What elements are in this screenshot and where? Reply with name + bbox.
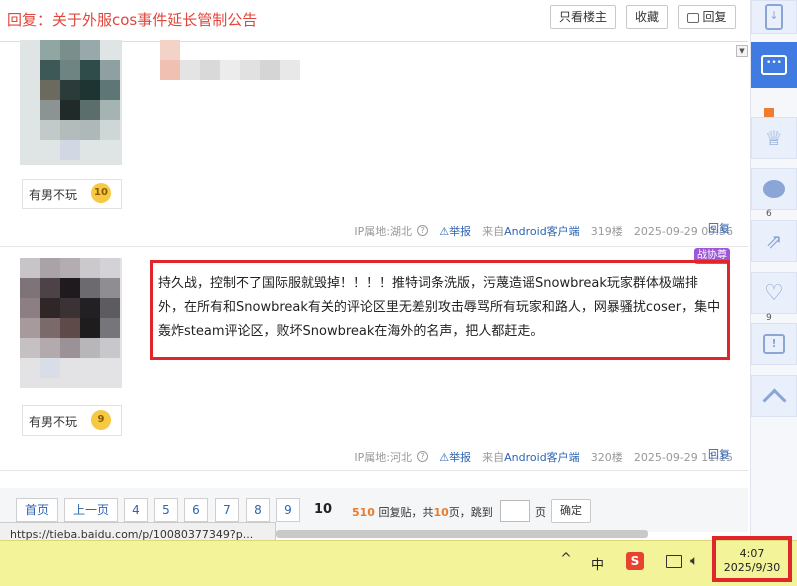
username: 有男不玩 <box>29 188 78 202</box>
heart-icon: ♡ <box>764 280 784 306</box>
pages-suffix: 页，跳到 <box>448 506 493 519</box>
like-button[interactable]: ♡ <box>751 272 797 314</box>
ime-indicator[interactable]: 中 <box>591 554 604 573</box>
sogou-icon[interactable]: S <box>626 552 644 570</box>
prev-page-button[interactable]: 上一页 <box>64 498 118 522</box>
page-4[interactable]: 4 <box>124 498 148 522</box>
avatar[interactable] <box>20 258 122 388</box>
rail-count: 9 <box>766 313 772 323</box>
ip-location: IP属地:湖北 <box>354 225 412 238</box>
reply-button-label: 回复 <box>702 10 727 24</box>
post-content: 持久战，控制不了国际服就毁掉！！！！推特词条洗版，污蔑造谣Snowbreak玩家… <box>150 260 730 360</box>
post-text: 持久战，控制不了国际服就毁掉！！！！推特词条洗版，污蔑造谣Snowbreak玩家… <box>158 276 721 339</box>
page-9[interactable]: 9 <box>276 498 300 522</box>
reply-count-info: 510 回复贴，共10页，跳到 <box>352 504 493 520</box>
page-7[interactable]: 7 <box>215 498 239 522</box>
warning-icon: ⚠ <box>439 451 450 464</box>
back-to-top-button[interactable] <box>751 375 797 417</box>
chevron-up-icon: ^ <box>560 551 572 567</box>
blurred-content <box>160 40 310 80</box>
report-link[interactable]: 举报 <box>449 225 471 238</box>
source-prefix: 来自 <box>482 225 505 238</box>
share-button[interactable]: ⇗ <box>751 220 797 262</box>
reply-link[interactable]: 回复 <box>708 220 730 236</box>
mascot-icon <box>763 180 785 198</box>
scroll-down-arrow[interactable]: ▼ <box>736 45 748 57</box>
chevron-up-icon <box>761 387 787 413</box>
client-link[interactable]: Android客户端 <box>504 451 580 464</box>
current-page: 10 <box>314 502 333 517</box>
user-level-box[interactable]: 有男不玩 10 <box>22 179 122 209</box>
download-client-button[interactable]: ↓ <box>751 0 797 34</box>
reply-button[interactable]: 回复 <box>678 5 736 29</box>
comment-icon <box>687 12 700 23</box>
volume-icon[interactable]: 🔈︎ <box>690 553 698 569</box>
clock-date: 2025/9/30 <box>723 561 781 574</box>
only-op-button[interactable]: 只看楼主 <box>550 5 616 29</box>
share-icon: ⇗ <box>765 229 783 253</box>
page-5[interactable]: 5 <box>154 498 178 522</box>
post-divider <box>0 470 748 471</box>
tieba-mascot-button[interactable] <box>751 168 797 210</box>
source-prefix: 来自 <box>482 451 505 464</box>
status-url: https://tieba.baidu.com/p/10080377349?p.… <box>0 522 276 542</box>
rail-count: 6 <box>766 209 772 219</box>
reply-link[interactable]: 回复 <box>708 446 730 462</box>
floor-number: 320楼 <box>590 451 623 464</box>
level-badge: 9 <box>91 410 111 430</box>
clock-time: 4:07 <box>739 547 765 560</box>
post-meta: IP属地:河北 ? ⚠举报 来自Android客户端 320楼 2025-09-… <box>354 446 733 465</box>
magic-hat-button[interactable]: ♕ <box>751 117 797 159</box>
username: 有男不玩 <box>29 415 78 429</box>
reply-count-text: 回复贴，共 <box>378 506 434 519</box>
page-6[interactable]: 6 <box>184 498 208 522</box>
warning-icon: ⚠ <box>439 225 450 238</box>
horizontal-scrollbar[interactable] <box>276 530 648 538</box>
first-page-button[interactable]: 首页 <box>16 498 58 522</box>
magic-hat-icon: ♕ <box>765 126 783 150</box>
reply-count: 510 <box>352 506 375 519</box>
post-divider <box>0 246 748 247</box>
page-8[interactable]: 8 <box>246 498 270 522</box>
favorite-button[interactable]: 收藏 <box>626 5 668 29</box>
total-pages: 10 <box>433 506 449 519</box>
ip-location: IP属地:河北 <box>354 451 412 464</box>
avatar[interactable] <box>20 40 122 165</box>
post-meta: IP属地:湖北 ? ⚠举报 来自Android客户端 319楼 2025-09-… <box>354 220 733 239</box>
help-icon: ? <box>417 451 429 462</box>
report-button[interactable]: ! <box>751 323 797 365</box>
message-button[interactable]: ••• <box>751 42 797 88</box>
page-unit: 页 <box>535 506 546 519</box>
help-icon: ? <box>417 225 429 236</box>
jump-page-input[interactable] <box>500 500 530 522</box>
user-level-box[interactable]: 有男不玩 9 <box>22 405 122 436</box>
level-badge: 10 <box>91 183 111 203</box>
client-link[interactable]: Android客户端 <box>504 225 580 238</box>
network-icon[interactable] <box>666 555 682 568</box>
alert-icon: ! <box>763 334 785 354</box>
floor-number: 319楼 <box>590 225 623 238</box>
post-title[interactable]: 回复：关于外服cos事件延长管制公告 <box>7 9 257 30</box>
message-icon: ••• <box>761 55 787 75</box>
clock[interactable]: 4:07 2025/9/30 <box>712 536 792 582</box>
phone-icon: ↓ <box>765 4 783 30</box>
show-hidden-icons-button[interactable]: ^ <box>557 551 575 573</box>
report-link[interactable]: 举报 <box>449 451 471 464</box>
confirm-jump-button[interactable]: 确定 <box>551 499 591 523</box>
